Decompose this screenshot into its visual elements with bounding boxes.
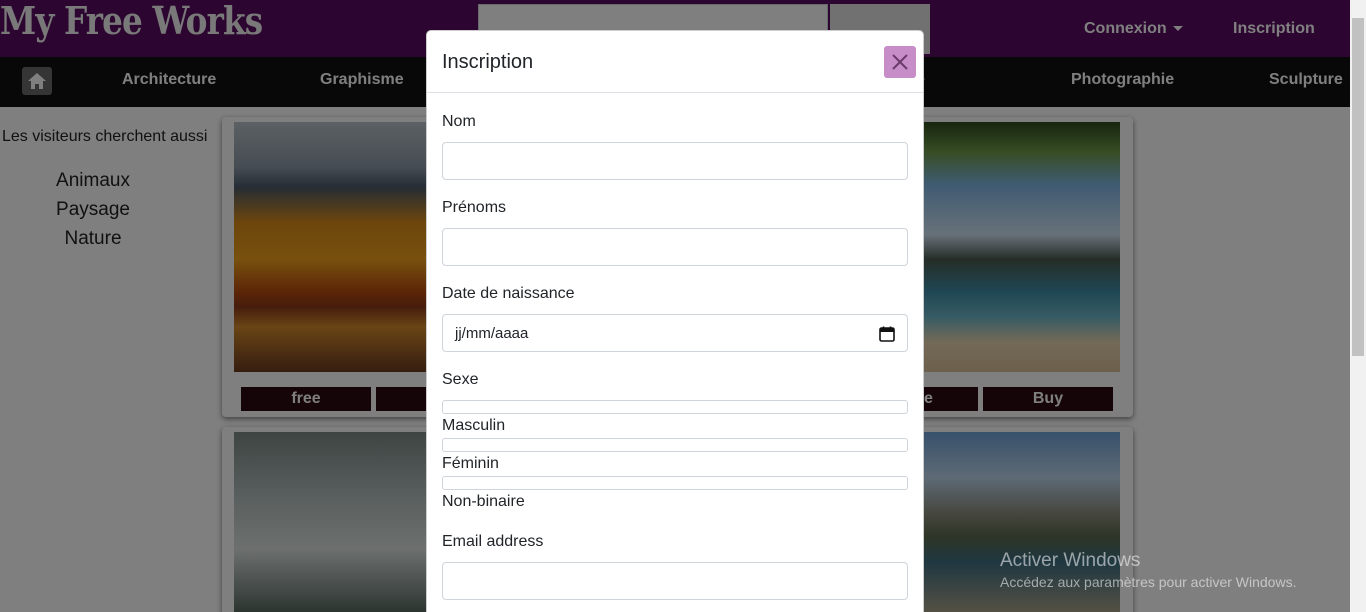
sexe-label: Sexe xyxy=(442,371,479,388)
modal-header: Inscription xyxy=(427,31,923,93)
email-input[interactable] xyxy=(442,562,908,600)
scrollbar-thumb[interactable] xyxy=(1352,18,1364,356)
close-icon xyxy=(892,54,908,70)
modal-title: Inscription xyxy=(442,51,534,73)
sexe-option-feminin: Féminin xyxy=(442,455,499,472)
nom-input[interactable] xyxy=(442,142,908,180)
sexe-option-non-binaire: Non-binaire xyxy=(442,493,525,510)
windows-watermark-title: Activer Windows xyxy=(1000,550,1141,571)
sexe-radio-masculin[interactable] xyxy=(442,400,908,414)
date-placeholder: jj/mm/aaaa xyxy=(455,325,529,342)
inscription-modal: Inscription Nom Prénoms Date de naissanc… xyxy=(426,30,924,612)
sexe-radio-feminin[interactable] xyxy=(442,438,908,452)
date-label: Date de naissance xyxy=(442,285,575,302)
nom-label: Nom xyxy=(442,113,476,130)
windows-watermark-subtitle: Accédez aux paramètres pour activer Wind… xyxy=(1000,574,1297,590)
calendar-icon[interactable] xyxy=(879,326,895,342)
sexe-radio-non-binaire[interactable] xyxy=(442,476,908,490)
email-label: Email address xyxy=(442,533,544,550)
prenoms-label: Prénoms xyxy=(442,199,507,216)
close-button[interactable] xyxy=(884,46,916,78)
prenoms-input[interactable] xyxy=(442,228,908,266)
sexe-option-masculin: Masculin xyxy=(442,417,506,434)
date-input[interactable]: jj/mm/aaaa xyxy=(442,314,908,352)
